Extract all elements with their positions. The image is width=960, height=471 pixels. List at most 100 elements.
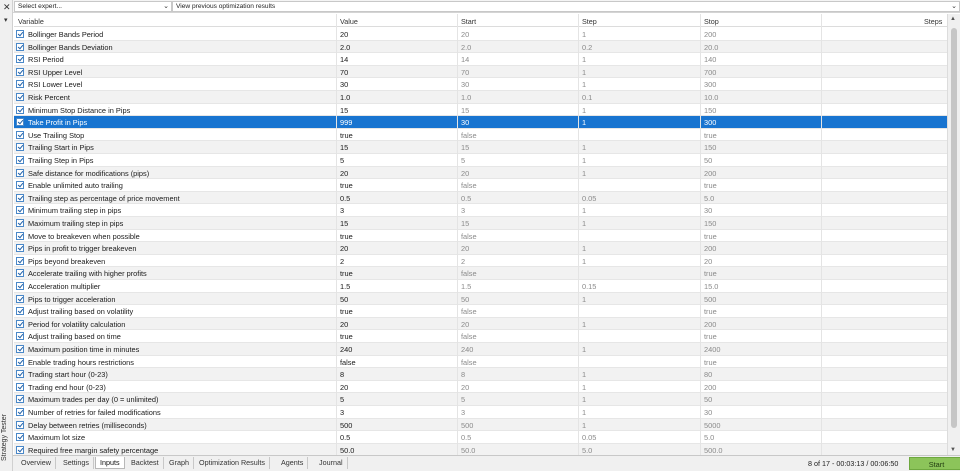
cell-value[interactable]: 15 — [340, 106, 348, 115]
cell-step[interactable]: 0.1 — [582, 93, 592, 102]
cell-stop[interactable]: true — [704, 358, 717, 367]
table-row[interactable]: RSI Period 14 14 1 140 — [14, 53, 947, 66]
cell-step[interactable]: 0.05 — [582, 194, 596, 203]
row-checkbox[interactable] — [16, 332, 24, 341]
cell-stop[interactable]: 50 — [704, 395, 712, 404]
cell-value[interactable]: 5 — [340, 395, 344, 404]
cell-value[interactable]: 50 — [340, 295, 348, 304]
table-row[interactable]: Maximum trades per day (0 = unlimited) 5 5… — [14, 393, 947, 406]
cell-start[interactable]: 50 — [461, 295, 469, 304]
row-checkbox[interactable] — [16, 219, 24, 227]
table-row[interactable]: Number of retries for failed modificatio… — [14, 406, 947, 419]
row-checkbox[interactable] — [16, 244, 24, 253]
table-row[interactable]: Move to breakeven when possible true false… — [14, 230, 947, 243]
table-row[interactable]: Adjust trailing based on time true false tr… — [14, 330, 947, 343]
row-checkbox[interactable] — [16, 156, 24, 164]
cell-stop[interactable]: 80 — [704, 370, 712, 379]
table-row[interactable]: Delay between retries (milliseconds) 500 5… — [14, 418, 947, 432]
table-row[interactable]: Risk Percent 1.0 1.0 0.1 10.0 — [14, 91, 947, 104]
row-checkbox[interactable] — [16, 256, 24, 265]
cell-value[interactable]: 5 — [340, 156, 344, 165]
cell-start[interactable]: 15 — [461, 219, 469, 228]
cell-start[interactable]: 240 — [461, 345, 473, 354]
row-checkbox[interactable] — [16, 130, 24, 139]
cell-start[interactable]: 20 — [461, 320, 469, 329]
table-row[interactable]: Pips in profit to trigger breakeven 20 20 1… — [14, 242, 947, 255]
cell-value[interactable]: 3 — [340, 206, 344, 215]
cell-step[interactable]: 1 — [582, 408, 586, 417]
cell-value[interactable]: 2.0 — [340, 43, 350, 52]
cell-value[interactable]: 2 — [340, 257, 344, 266]
cell-start[interactable]: false — [461, 181, 477, 190]
table-row[interactable]: Maximum lot size 0.5 0.5 0.05 5.0 — [14, 431, 947, 444]
cell-stop[interactable]: 500 — [704, 295, 716, 304]
cell-step[interactable]: 0.15 — [582, 282, 596, 291]
cell-step[interactable]: 1 — [582, 206, 586, 215]
cell-step[interactable]: 0.05 — [582, 433, 596, 442]
cell-value[interactable]: 20 — [340, 30, 348, 39]
cell-start[interactable]: 8 — [461, 370, 465, 379]
column-header-value[interactable]: Value — [340, 17, 358, 26]
table-row[interactable]: Maximum trailing step in pips 15 15 1 150 — [14, 217, 947, 230]
cell-value[interactable]: 20 — [340, 320, 348, 329]
cell-value[interactable]: 240 — [340, 345, 352, 354]
cell-value[interactable]: true — [340, 269, 353, 278]
cell-value[interactable]: 8 — [340, 370, 344, 379]
cell-start[interactable]: false — [461, 307, 477, 316]
table-row[interactable]: Bollinger Bands Period 20 20 1 200 — [14, 28, 947, 41]
cell-start[interactable]: 70 — [461, 68, 469, 77]
cell-start[interactable]: 2 — [461, 257, 465, 266]
table-row[interactable]: Maximum position time in minutes 240 240 1 2… — [14, 343, 947, 356]
cell-value[interactable]: 3 — [340, 408, 344, 417]
cell-step[interactable]: 5.0 — [582, 446, 592, 455]
column-header-variable[interactable]: Variable — [18, 17, 44, 26]
row-checkbox[interactable] — [16, 55, 24, 64]
cell-step[interactable]: 1 — [582, 395, 586, 404]
cell-stop[interactable]: 150 — [704, 106, 716, 115]
cell-value[interactable]: true — [340, 332, 353, 341]
tab-settings[interactable]: Settings — [59, 457, 94, 469]
table-row[interactable]: Use Trailing Stop true false true — [14, 129, 947, 142]
cell-step[interactable]: 1 — [582, 118, 586, 127]
cell-step[interactable]: 1 — [582, 30, 586, 39]
cell-step[interactable]: 1 — [582, 421, 586, 430]
cell-start[interactable]: 5 — [461, 395, 465, 404]
cell-start[interactable]: 3 — [461, 206, 465, 215]
cell-value[interactable]: true — [340, 181, 353, 190]
row-checkbox[interactable] — [16, 30, 24, 38]
cell-step[interactable]: 1 — [582, 55, 586, 64]
row-checkbox[interactable] — [16, 67, 24, 76]
cell-value[interactable]: 20 — [340, 383, 348, 392]
row-checkbox[interactable] — [16, 42, 24, 51]
tab-agents[interactable]: Agents — [277, 457, 309, 469]
cell-stop[interactable]: 500.0 — [704, 446, 723, 455]
cell-step[interactable]: 1 — [582, 383, 586, 392]
expert-select[interactable]: Select expert... ⌄ — [14, 1, 172, 12]
cell-stop[interactable]: 20 — [704, 257, 712, 266]
table-row[interactable]: Minimum trailing step in pips 3 3 1 30 — [14, 204, 947, 217]
cell-step[interactable]: 1 — [582, 169, 586, 178]
row-checkbox[interactable] — [16, 345, 24, 353]
row-checkbox[interactable] — [16, 269, 24, 278]
cell-start[interactable]: 0.5 — [461, 194, 471, 203]
cell-value[interactable]: 50.0 — [340, 446, 354, 455]
start-button[interactable]: Start — [909, 457, 960, 470]
pin-icon[interactable]: ▾ — [4, 16, 8, 24]
row-checkbox[interactable] — [16, 143, 24, 152]
row-checkbox[interactable] — [16, 118, 24, 127]
cell-value[interactable]: true — [340, 232, 353, 241]
row-checkbox[interactable] — [16, 408, 24, 416]
cell-start[interactable]: 30 — [461, 80, 469, 89]
cell-stop[interactable]: 50 — [704, 156, 712, 165]
cell-value[interactable]: 14 — [340, 55, 348, 64]
cell-start[interactable]: 20 — [461, 30, 469, 39]
table-row[interactable]: Required free margin safety percentage 50… — [14, 443, 947, 455]
table-row[interactable]: RSI Upper Level 70 70 1 700 — [14, 65, 947, 79]
cell-start[interactable]: 1.5 — [461, 282, 471, 291]
cell-stop[interactable]: 200 — [704, 383, 716, 392]
cell-value[interactable]: 30 — [340, 80, 348, 89]
cell-step[interactable]: 1 — [582, 370, 586, 379]
cell-stop[interactable]: 20.0 — [704, 43, 718, 52]
cell-value[interactable]: 1.5 — [340, 282, 350, 291]
cell-start[interactable]: 20 — [461, 244, 469, 253]
